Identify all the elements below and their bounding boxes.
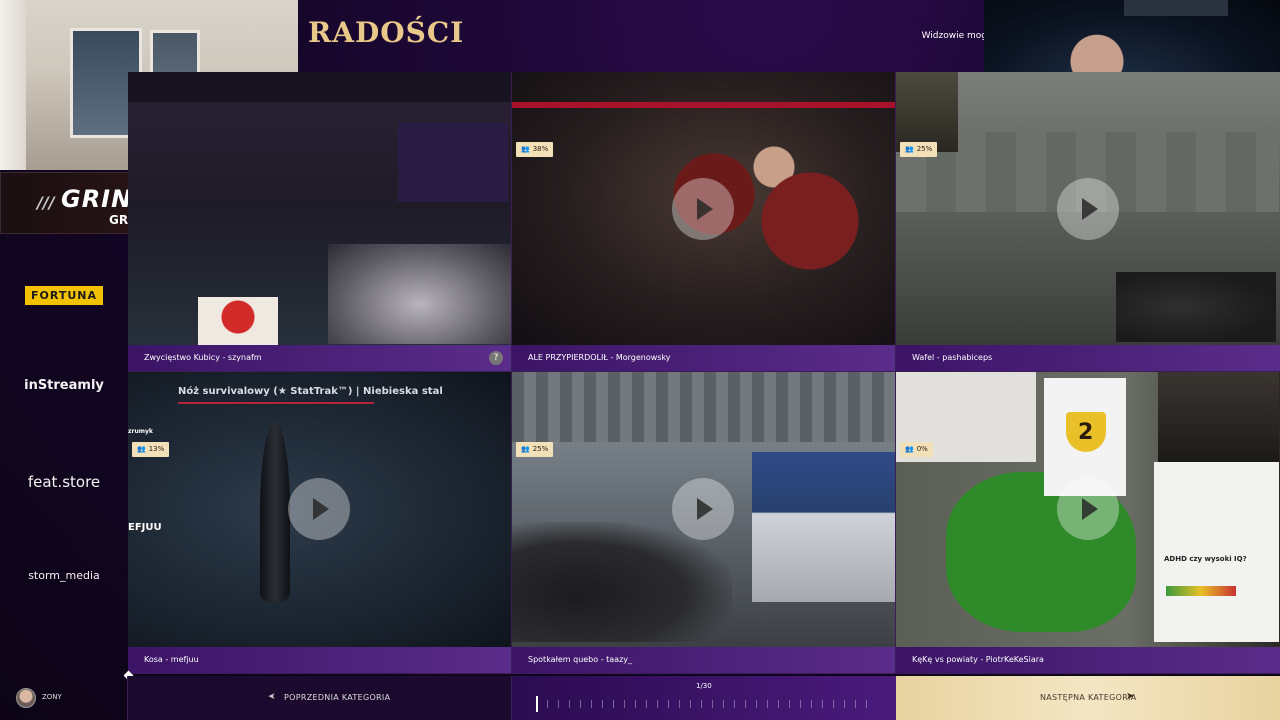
clip-caption: KęKę vs powiaty - PiotrKeKeSiara <box>896 647 1280 673</box>
thumb-booth <box>752 452 895 602</box>
group-icon: 👥 <box>521 145 530 153</box>
avatar <box>16 688 36 708</box>
sponsor-instreamly: inStreamly <box>0 378 128 393</box>
play-icon[interactable] <box>1057 178 1119 240</box>
thumb-inset <box>896 72 958 152</box>
vote-percent: 38% <box>532 145 549 153</box>
clip-tile[interactable]: Zwycięstwo Kubicy - szynafm ? <box>128 72 512 372</box>
clip-tile[interactable]: 2 ADHD czy wysoki IQ? 👥 0% KęKę vs powiat… <box>896 372 1280 674</box>
storm-logo: storm_media <box>28 569 100 582</box>
vote-percent: 13% <box>148 445 165 453</box>
clip-tile[interactable]: 👥 38% ALE PRZYPIERDOLIŁ - Morgenowsky <box>512 72 896 372</box>
clip-tile[interactable]: 👥 25% Wafel - pashabiceps <box>896 72 1280 372</box>
sponsor-feat: feat.store <box>0 473 128 491</box>
next-category-button[interactable]: NASTĘPNA KATEGORIA ➤ <box>896 676 1280 720</box>
progress-current-tick <box>536 696 538 712</box>
clip-title: KęKę vs powiaty - PiotrKeKeSiara <box>912 655 1044 664</box>
thumb-ui <box>128 72 511 102</box>
clip-title: Kosa - mefjuu <box>144 655 199 664</box>
vote-percent: 25% <box>916 145 933 153</box>
vote-percent: 25% <box>532 445 549 453</box>
skin-underline <box>178 402 374 404</box>
sponsor-storm: storm_media <box>0 569 128 582</box>
thumb-gun <box>512 522 732 642</box>
cam-curtain <box>0 0 26 170</box>
vote-percent-badge: 👥 13% <box>132 442 170 457</box>
clip-title: Zwycięstwo Kubicy - szynafm <box>144 353 262 362</box>
sponsor-sidebar: FORTUNA inStreamly feat.store storm_medi… <box>0 236 128 676</box>
thumb-roof <box>512 372 895 442</box>
grindg-slash-icon: /// <box>37 193 55 212</box>
badge-number: 2 <box>1078 420 1094 445</box>
group-icon: 👥 <box>137 445 146 453</box>
clip-thumbnail <box>128 72 511 347</box>
viewers-notice: Widzowie mog <box>921 31 987 41</box>
user-box: ZONY <box>0 676 128 720</box>
next-category-label: NASTĘPNA KATEGORIA <box>1040 693 1137 702</box>
cam-shelf <box>1124 0 1228 16</box>
thumb-heading: ADHD czy wysoki IQ? <box>1164 555 1247 563</box>
clip-caption: ALE PRZYPIERDOLIŁ - Morgenowsky <box>512 345 895 371</box>
thumb-knife <box>260 422 290 602</box>
play-icon[interactable] <box>672 478 734 540</box>
vote-percent-badge: 👥 38% <box>516 142 554 157</box>
thumb-cam <box>1158 372 1279 462</box>
app-root: RADOŚCI Widzowie mog /// GRIND'G GRINDG.… <box>0 0 1280 720</box>
clip-title: Wafel - pashabiceps <box>912 353 993 362</box>
overlay-tag: zrumyk <box>128 428 153 435</box>
clip-tile[interactable]: 👥 25% Spotkałem quebo - taazy_ <box>512 372 896 674</box>
prev-category-label: POPRZEDNIA KATEGORIA <box>284 693 391 702</box>
clip-tile[interactable]: Nóż survivalowy (★ StatTrak™) | Niebiesk… <box>128 372 512 674</box>
group-icon: 👥 <box>521 445 530 453</box>
skin-title: Nóż survivalowy (★ StatTrak™) | Niebiesk… <box>178 386 443 397</box>
vote-percent-badge: 👥 25% <box>516 442 554 457</box>
user-name: ZONY <box>42 693 62 701</box>
vote-percent: 0% <box>916 445 928 453</box>
help-icon[interactable]: ? <box>489 351 503 365</box>
feat-logo: feat.store <box>27 473 101 491</box>
group-icon: 👥 <box>905 145 914 153</box>
play-icon[interactable] <box>672 178 734 240</box>
play-icon[interactable] <box>288 478 350 540</box>
sponsor-fortuna: FORTUNA <box>0 284 128 305</box>
category-progress[interactable]: 1/30 <box>512 676 896 720</box>
thumb-car <box>328 244 511 344</box>
clip-title: ALE PRZYPIERDOLIŁ - Morgenowsky <box>528 353 671 362</box>
thumb-bar <box>512 102 895 108</box>
thumb-driver <box>198 297 278 347</box>
progress-ticks <box>536 700 876 708</box>
thumb-panel <box>398 122 508 202</box>
play-icon[interactable] <box>1057 478 1119 540</box>
overlay-tag: EFJUU <box>128 522 162 533</box>
fortuna-logo: FORTUNA <box>25 286 103 305</box>
arrow-left-icon: ➤ <box>268 692 276 702</box>
clip-caption: Kosa - mefjuu <box>128 647 511 673</box>
thumb-page <box>1154 462 1279 642</box>
vote-percent-badge: 👥 0% <box>900 442 933 457</box>
vote-percent-badge: 👥 25% <box>900 142 938 157</box>
clip-title: Spotkałem quebo - taazy_ <box>528 655 633 664</box>
clip-caption: Spotkałem quebo - taazy_ <box>512 647 895 673</box>
clip-caption: Wafel - pashabiceps <box>896 345 1280 371</box>
group-icon: 👥 <box>905 445 914 453</box>
clip-caption: Zwycięstwo Kubicy - szynafm <box>128 345 511 371</box>
instreamly-logo: inStreamly <box>24 378 104 393</box>
page-title: RADOŚCI <box>308 16 465 49</box>
prev-category-button[interactable]: ➤ POPRZEDNIA KATEGORIA <box>128 676 512 720</box>
arrow-right-icon: ➤ <box>1126 691 1135 702</box>
page-count: 1/30 <box>696 682 712 690</box>
thumb-scale <box>1166 586 1236 596</box>
footer: ZONY ➤ POPRZEDNIA KATEGORIA 1/30 NASTĘPN… <box>0 676 1280 720</box>
thumb-hand <box>1116 272 1276 342</box>
